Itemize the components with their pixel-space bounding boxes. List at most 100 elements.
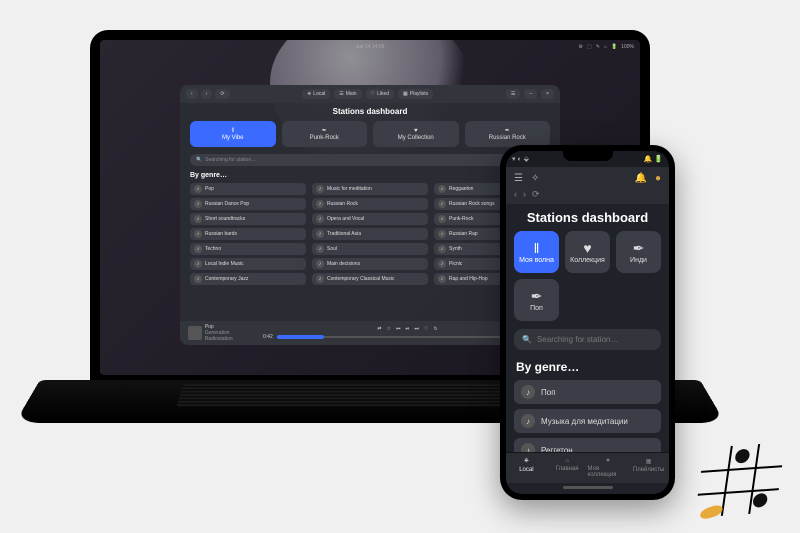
star-icon[interactable]: ✧ (531, 173, 539, 184)
phone-mockup: ▾ ◐ ⬙ 07:36 🔔 🔋 ☰ ✧ 🔔 ● ‹ › ⟳ (500, 145, 675, 500)
search-input[interactable]: 🔍 Searching for station… (190, 154, 550, 166)
genre-tile[interactable]: ♪Soul (312, 243, 428, 255)
genre-tile[interactable]: ♪Реггетон (514, 438, 661, 452)
status-left: ▾ ◐ ⬙ (512, 155, 529, 163)
dash-myvibe[interactable]: ‖My Vibe (190, 121, 276, 147)
avatar[interactable]: ● (655, 173, 661, 184)
genre-tile[interactable]: ♪Russian Dance Pop (190, 198, 306, 210)
page-title: Stations dashboard (180, 103, 560, 118)
genre-tile[interactable]: ♪Russian bards (190, 228, 306, 240)
local-icon: ⎈ (307, 91, 311, 97)
genre-tile[interactable]: ♪Поп (514, 380, 661, 404)
genre-label: Russian Rock songs (449, 201, 495, 207)
phone-statusbar: ▾ ◐ ⬙ 07:36 🔔 🔋 (506, 151, 669, 167)
genre-label: Traditional Asia (327, 231, 361, 237)
dash-label: Коллекция (570, 257, 605, 264)
dash-rurock[interactable]: ✒Russian Rock (465, 121, 551, 147)
close-button[interactable]: × (541, 89, 554, 99)
nav-refresh-button[interactable]: ⟳ (215, 89, 229, 99)
tab-local[interactable]: ⎈Local (302, 89, 330, 99)
tab-main[interactable]: ☰Main (334, 89, 361, 99)
menu-button[interactable]: ☰ (506, 89, 520, 99)
genre-icon: ♪ (316, 260, 324, 268)
genre-icon: ♪ (316, 215, 324, 223)
brush-icon: ✒ (322, 127, 327, 134)
home-indicator[interactable] (563, 486, 613, 489)
tab-playlists[interactable]: ▦Playlists (398, 89, 433, 99)
genre-label: Поп (541, 388, 556, 397)
search-input[interactable]: 🔍 Searching for station… (514, 329, 661, 350)
tictactoe-decor (695, 442, 786, 517)
nav-refresh-button[interactable]: ⟳ (532, 189, 540, 200)
nav-fwd-button[interactable]: › (523, 189, 526, 200)
genre-label: Russian Rock (327, 201, 358, 207)
minimize-button[interactable]: – (524, 89, 537, 99)
genre-tile[interactable]: ♪Музыка для медитации (514, 409, 661, 433)
bottom-tab[interactable]: ♥Моя коллекция (588, 453, 629, 483)
dash-punkrock[interactable]: ✒Punk-Rock (282, 121, 368, 147)
menu-icon[interactable]: ☰ (514, 173, 523, 184)
genre-icon: ♪ (521, 443, 535, 452)
nav-back-button[interactable]: ‹ (514, 189, 517, 200)
bottom-tab[interactable]: ▦Плейлисты (628, 453, 669, 483)
page-title: Stations dashboard (506, 204, 669, 231)
app-header: ‹ › ⟳ ⎈Local ☰Main ♡Liked ▦Playlists ☰ –… (180, 85, 560, 103)
player-button[interactable]: ⏯ (405, 326, 409, 332)
dash-button[interactable]: ‖Моя волна (514, 231, 559, 273)
dashboard-buttons: ‖My Vibe ✒Punk-Rock ♥My Collection ✒Russ… (180, 118, 560, 150)
tray-icon[interactable]: ✎ (596, 44, 600, 50)
search-placeholder: Searching for station… (537, 335, 618, 344)
player-button[interactable]: ⏮ (396, 326, 401, 332)
player-button[interactable]: ♡ (424, 326, 428, 332)
genre-tile[interactable]: ♪Main decisions (312, 258, 428, 270)
genre-label: Synth (449, 246, 462, 252)
tray-icon[interactable]: ⚙ (579, 44, 583, 50)
heart-icon: ♥ (414, 128, 418, 134)
genre-icon: ♪ (438, 275, 446, 283)
battery-icon[interactable]: 🔋 (611, 44, 617, 50)
genre-icon: ♪ (194, 260, 202, 268)
bottom-tab[interactable]: ⎈Local (506, 453, 547, 483)
tray-icon[interactable]: ⬚ (587, 44, 592, 50)
genre-label: Russian bards (205, 231, 237, 237)
genre-icon: ♪ (316, 230, 324, 238)
genre-tile[interactable]: ♪Russian Rock (312, 198, 428, 210)
phone-screen: ▾ ◐ ⬙ 07:36 🔔 🔋 ☰ ✧ 🔔 ● ‹ › ⟳ (506, 151, 669, 494)
nav-fwd-button[interactable]: › (201, 89, 213, 99)
now-playing[interactable]: Pop Generation Radiostation (188, 324, 258, 342)
dash-label: Моя волна (519, 257, 554, 264)
genre-tile[interactable]: ♪Opera and Vocal (312, 213, 428, 225)
player-button[interactable]: ↻ (434, 326, 438, 332)
genre-tile[interactable]: ♪Traditional Asia (312, 228, 428, 240)
genre-label: Russian Rap (449, 231, 478, 237)
genre-tile[interactable]: ♪Contemporary Classical Music (312, 273, 428, 285)
genre-tile[interactable]: ♪Local Indie Music (190, 258, 306, 270)
bell-icon[interactable]: 🔔 (635, 173, 647, 184)
bottom-tab[interactable]: ⌂Главная (547, 453, 588, 483)
player-button[interactable]: ⏭ (415, 326, 420, 332)
genre-label: Музыка для медитации (541, 417, 628, 426)
dash-button[interactable]: ♥Коллекция (565, 231, 610, 273)
genre-label: Rap and Hip-Hop (449, 276, 488, 282)
genre-tile[interactable]: ♪Pop (190, 183, 306, 195)
genre-label: Punk-Rock (449, 216, 473, 222)
main-icon: ☰ (339, 91, 343, 97)
tray-icon[interactable]: ⌂ (604, 44, 607, 50)
phone-dash-row2: ✒Поп (506, 273, 669, 321)
desktop-topbar: Jun 14 14:59 ⚙ ⬚ ✎ ⌂ 🔋 100% (100, 44, 640, 56)
tab-label: Local (519, 467, 533, 473)
genre-label: Techno (205, 246, 221, 252)
genre-tile[interactable]: ♪Techno (190, 243, 306, 255)
dash-button[interactable]: ✒Поп (514, 279, 559, 321)
genre-tile[interactable]: ♪Music for meditation (312, 183, 428, 195)
dash-collection[interactable]: ♥My Collection (373, 121, 459, 147)
tab-liked[interactable]: ♡Liked (366, 89, 394, 99)
dash-button[interactable]: ✒Инди (616, 231, 661, 273)
player-button[interactable]: ⇄ (377, 326, 381, 332)
genre-label: Main decisions (327, 261, 360, 267)
genre-icon: ♪ (194, 275, 202, 283)
genre-tile[interactable]: ♪Contemporary Jazz (190, 273, 306, 285)
nav-back-button[interactable]: ‹ (186, 89, 198, 99)
player-button[interactable]: ☆ (386, 326, 390, 332)
genre-tile[interactable]: ♪Short soundtracks (190, 213, 306, 225)
